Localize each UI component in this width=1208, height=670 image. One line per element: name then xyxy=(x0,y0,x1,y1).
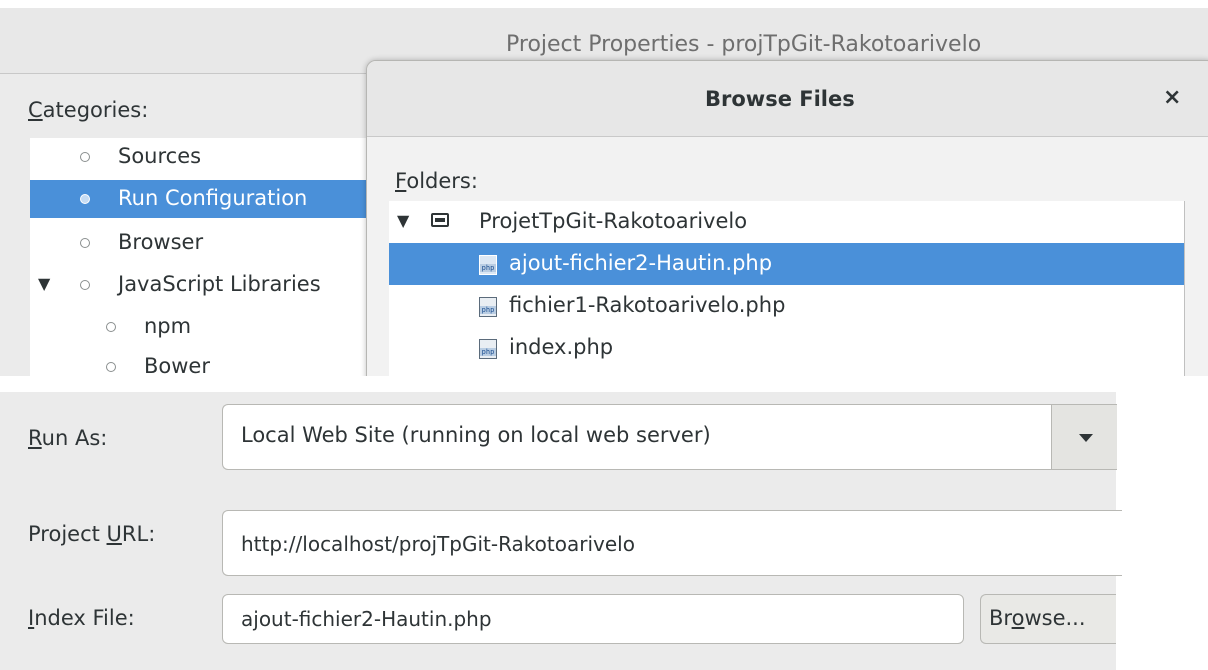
file-item-fichier1-rakotoarivelo[interactable]: fichier1-Rakotoarivelo.php xyxy=(389,285,1184,327)
index-file-field[interactable]: ajout-fichier2-Hautin.php xyxy=(222,594,964,644)
file-item-ajout-fichier2-hautin[interactable]: ajout-fichier2-Hautin.php xyxy=(389,243,1184,285)
project-properties-window: Project Properties - projTpGit-Rakotoari… xyxy=(0,0,1208,376)
browse-files-dialog: Browse Files × Folders: ▼ ProjetTpGit-Ra… xyxy=(366,60,1208,376)
expander-down-icon[interactable]: ▼ xyxy=(38,274,50,293)
run-as-label: Run As: xyxy=(28,426,108,450)
expander-down-icon[interactable]: ▼ xyxy=(397,211,409,230)
chevron-down-icon[interactable] xyxy=(1051,404,1117,470)
node-bullet-icon xyxy=(106,322,116,332)
category-item-sources[interactable]: Sources xyxy=(30,138,370,176)
window-top-strip xyxy=(0,0,1208,8)
project-url-field[interactable]: http://localhost/projTpGit-Rakotoarivelo xyxy=(222,510,1122,576)
run-as-value: Local Web Site (running on local web ser… xyxy=(241,423,711,447)
project-url-label: Project URL: xyxy=(28,522,156,546)
category-item-npm[interactable]: npm xyxy=(30,308,370,346)
node-bullet-icon xyxy=(106,362,116,372)
category-item-bower[interactable]: Bower xyxy=(30,348,370,376)
category-item-browser[interactable]: Browser xyxy=(30,224,370,262)
run-as-dropdown[interactable]: Local Web Site (running on local web ser… xyxy=(222,404,1117,470)
php-file-icon xyxy=(479,297,497,317)
category-item-javascript-libraries[interactable]: ▼ JavaScript Libraries xyxy=(30,266,370,304)
folder-icon xyxy=(431,213,449,227)
dialog-title: Browse Files xyxy=(705,87,855,111)
node-bullet-icon xyxy=(80,238,90,248)
categories-tree[interactable]: Sources Run Configuration Browser ▼ Java… xyxy=(30,138,370,376)
node-bullet-icon xyxy=(80,194,90,204)
folders-label: Folders: xyxy=(395,169,478,193)
node-bullet-icon xyxy=(80,280,90,290)
window-title: Project Properties - projTpGit-Rakotoari… xyxy=(506,32,982,57)
php-file-icon xyxy=(479,339,497,359)
run-configuration-form: Run As: Local Web Site (running on local… xyxy=(0,376,1208,670)
php-file-icon xyxy=(479,255,497,275)
file-item-index[interactable]: index.php xyxy=(389,327,1184,369)
category-item-run-configuration[interactable]: Run Configuration xyxy=(30,180,370,218)
browse-button[interactable]: Browse... xyxy=(980,594,1116,644)
folder-item-root[interactable]: ▼ ProjetTpGit-Rakotoarivelo xyxy=(389,201,1184,243)
categories-label: Categories: xyxy=(28,98,149,122)
index-file-label: Index File: xyxy=(28,606,135,630)
folders-tree[interactable]: ▼ ProjetTpGit-Rakotoarivelo ajout-fichie… xyxy=(389,201,1185,376)
dialog-header: Browse Files × xyxy=(367,61,1208,137)
node-bullet-icon xyxy=(80,152,90,162)
close-icon[interactable]: × xyxy=(1163,85,1181,110)
